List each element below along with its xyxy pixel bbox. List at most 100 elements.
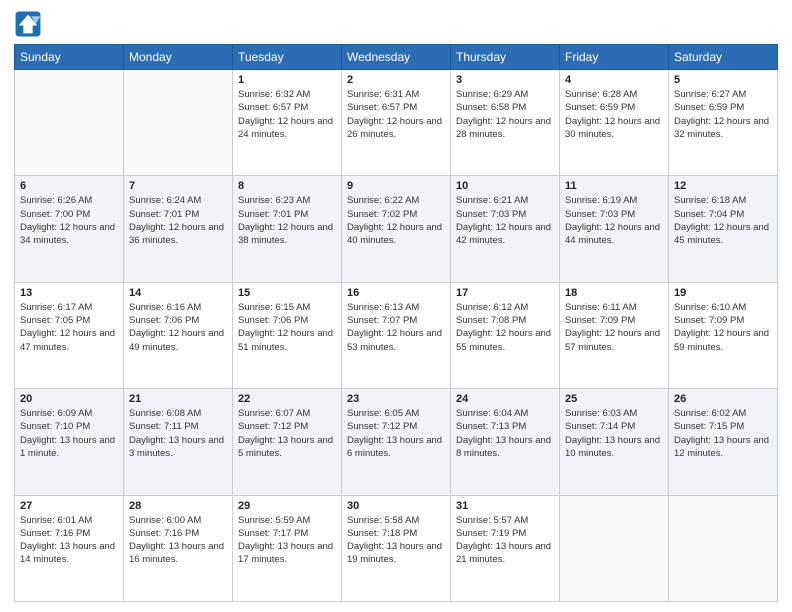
calendar-cell: 28 Sunrise: 6:00 AM Sunset: 7:16 PM Dayli…: [124, 495, 233, 601]
calendar-cell: 9 Sunrise: 6:22 AM Sunset: 7:02 PM Daylig…: [342, 176, 451, 282]
col-header-sunday: Sunday: [15, 45, 124, 70]
day-info: Sunrise: 6:15 AM Sunset: 7:06 PM Dayligh…: [238, 301, 336, 354]
calendar-cell: 10 Sunrise: 6:21 AM Sunset: 7:03 PM Dayli…: [451, 176, 560, 282]
day-info: Sunrise: 6:12 AM Sunset: 7:08 PM Dayligh…: [456, 301, 554, 354]
day-info: Sunrise: 6:02 AM Sunset: 7:15 PM Dayligh…: [674, 407, 772, 460]
calendar-cell: 22 Sunrise: 6:07 AM Sunset: 7:12 PM Dayli…: [233, 389, 342, 495]
calendar-cell: 21 Sunrise: 6:08 AM Sunset: 7:11 PM Dayli…: [124, 389, 233, 495]
calendar-cell: 26 Sunrise: 6:02 AM Sunset: 7:15 PM Dayli…: [669, 389, 778, 495]
calendar-cell: [669, 495, 778, 601]
calendar-cell: 12 Sunrise: 6:18 AM Sunset: 7:04 PM Dayli…: [669, 176, 778, 282]
calendar-cell: 30 Sunrise: 5:58 AM Sunset: 7:18 PM Dayli…: [342, 495, 451, 601]
calendar-cell: 24 Sunrise: 6:04 AM Sunset: 7:13 PM Dayli…: [451, 389, 560, 495]
day-number: 3: [456, 74, 554, 86]
calendar-cell: 27 Sunrise: 6:01 AM Sunset: 7:16 PM Dayli…: [15, 495, 124, 601]
calendar-cell: 11Sunrise: 6:19 AM Sunset: 7:03 PM Dayli…: [560, 176, 669, 282]
day-number: 5: [674, 74, 772, 86]
day-info: Sunrise: 6:21 AM Sunset: 7:03 PM Dayligh…: [456, 194, 554, 247]
calendar-cell: 23 Sunrise: 6:05 AM Sunset: 7:12 PM Dayli…: [342, 389, 451, 495]
day-info: Sunrise: 6:29 AM Sunset: 6:58 PM Dayligh…: [456, 88, 554, 141]
day-number: 25: [565, 393, 663, 405]
day-number: 8: [238, 180, 336, 192]
day-info: Sunrise: 6:17 AM Sunset: 7:05 PM Dayligh…: [20, 301, 118, 354]
day-info: Sunrise: 6:11 AM Sunset: 7:09 PM Dayligh…: [565, 301, 663, 354]
logo-icon: [14, 10, 42, 38]
day-info: Sunrise: 6:32 AM Sunset: 6:57 PM Dayligh…: [238, 88, 336, 141]
day-number: 6: [20, 180, 118, 192]
calendar-cell: [15, 70, 124, 176]
col-header-wednesday: Wednesday: [342, 45, 451, 70]
day-number: 18: [565, 287, 663, 299]
calendar-cell: 19 Sunrise: 6:10 AM Sunset: 7:09 PM Dayli…: [669, 282, 778, 388]
day-number: 7: [129, 180, 227, 192]
day-info: Sunrise: 5:57 AM Sunset: 7:19 PM Dayligh…: [456, 514, 554, 567]
day-info: Sunrise: 6:10 AM Sunset: 7:09 PM Dayligh…: [674, 301, 772, 354]
calendar-cell: 16 Sunrise: 6:13 AM Sunset: 7:07 PM Dayli…: [342, 282, 451, 388]
day-number: 27: [20, 500, 118, 512]
day-number: 13: [20, 287, 118, 299]
calendar-cell: 2 Sunrise: 6:31 AM Sunset: 6:57 PM Daylig…: [342, 70, 451, 176]
day-info: Sunrise: 6:00 AM Sunset: 7:16 PM Dayligh…: [129, 514, 227, 567]
day-number: 9: [347, 180, 445, 192]
day-info: Sunrise: 6:31 AM Sunset: 6:57 PM Dayligh…: [347, 88, 445, 141]
day-info: Sunrise: 6:16 AM Sunset: 7:06 PM Dayligh…: [129, 301, 227, 354]
calendar-cell: 20 Sunrise: 6:09 AM Sunset: 7:10 PM Dayli…: [15, 389, 124, 495]
day-info: Sunrise: 6:23 AM Sunset: 7:01 PM Dayligh…: [238, 194, 336, 247]
calendar-table: SundayMondayTuesdayWednesdayThursdayFrid…: [14, 44, 778, 602]
calendar-cell: 14 Sunrise: 6:16 AM Sunset: 7:06 PM Dayli…: [124, 282, 233, 388]
day-number: 10: [456, 180, 554, 192]
day-info: Sunrise: 6:05 AM Sunset: 7:12 PM Dayligh…: [347, 407, 445, 460]
day-info: Sunrise: 6:01 AM Sunset: 7:16 PM Dayligh…: [20, 514, 118, 567]
day-number: 15: [238, 287, 336, 299]
day-info: Sunrise: 6:26 AM Sunset: 7:00 PM Dayligh…: [20, 194, 118, 247]
day-number: 30: [347, 500, 445, 512]
day-number: 24: [456, 393, 554, 405]
day-info: Sunrise: 6:08 AM Sunset: 7:11 PM Dayligh…: [129, 407, 227, 460]
day-number: 4: [565, 74, 663, 86]
calendar-cell: 3 Sunrise: 6:29 AM Sunset: 6:58 PM Daylig…: [451, 70, 560, 176]
page: SundayMondayTuesdayWednesdayThursdayFrid…: [0, 0, 792, 612]
col-header-thursday: Thursday: [451, 45, 560, 70]
col-header-monday: Monday: [124, 45, 233, 70]
calendar-cell: 6 Sunrise: 6:26 AM Sunset: 7:00 PM Daylig…: [15, 176, 124, 282]
day-info: Sunrise: 6:24 AM Sunset: 7:01 PM Dayligh…: [129, 194, 227, 247]
calendar-cell: 1 Sunrise: 6:32 AM Sunset: 6:57 PM Daylig…: [233, 70, 342, 176]
day-number: 19: [674, 287, 772, 299]
day-number: 17: [456, 287, 554, 299]
calendar-cell: 15 Sunrise: 6:15 AM Sunset: 7:06 PM Dayli…: [233, 282, 342, 388]
col-header-saturday: Saturday: [669, 45, 778, 70]
calendar-cell: 13 Sunrise: 6:17 AM Sunset: 7:05 PM Dayli…: [15, 282, 124, 388]
day-number: 21: [129, 393, 227, 405]
day-info: Sunrise: 6:27 AM Sunset: 6:59 PM Dayligh…: [674, 88, 772, 141]
day-number: 23: [347, 393, 445, 405]
day-info: Sunrise: 6:04 AM Sunset: 7:13 PM Dayligh…: [456, 407, 554, 460]
day-number: 12: [674, 180, 772, 192]
day-info: Sunrise: 6:09 AM Sunset: 7:10 PM Dayligh…: [20, 407, 118, 460]
day-info: Sunrise: 6:13 AM Sunset: 7:07 PM Dayligh…: [347, 301, 445, 354]
day-number: 11: [565, 180, 663, 192]
calendar-cell: 8 Sunrise: 6:23 AM Sunset: 7:01 PM Daylig…: [233, 176, 342, 282]
day-info: Sunrise: 6:22 AM Sunset: 7:02 PM Dayligh…: [347, 194, 445, 247]
day-number: 1: [238, 74, 336, 86]
day-number: 20: [20, 393, 118, 405]
day-number: 26: [674, 393, 772, 405]
day-info: Sunrise: 6:07 AM Sunset: 7:12 PM Dayligh…: [238, 407, 336, 460]
calendar-cell: 5 Sunrise: 6:27 AM Sunset: 6:59 PM Daylig…: [669, 70, 778, 176]
calendar-cell: 7 Sunrise: 6:24 AM Sunset: 7:01 PM Daylig…: [124, 176, 233, 282]
day-number: 2: [347, 74, 445, 86]
day-info: Sunrise: 5:58 AM Sunset: 7:18 PM Dayligh…: [347, 514, 445, 567]
day-info: Sunrise: 6:03 AM Sunset: 7:14 PM Dayligh…: [565, 407, 663, 460]
day-number: 16: [347, 287, 445, 299]
day-number: 31: [456, 500, 554, 512]
calendar-cell: 29Sunrise: 5:59 AM Sunset: 7:17 PM Dayli…: [233, 495, 342, 601]
day-number: 28: [129, 500, 227, 512]
calendar-cell: 18 Sunrise: 6:11 AM Sunset: 7:09 PM Dayli…: [560, 282, 669, 388]
day-number: 22: [238, 393, 336, 405]
day-number: 14: [129, 287, 227, 299]
calendar-cell: 17 Sunrise: 6:12 AM Sunset: 7:08 PM Dayli…: [451, 282, 560, 388]
day-info: Sunrise: 6:28 AM Sunset: 6:59 PM Dayligh…: [565, 88, 663, 141]
day-number: 29: [238, 500, 336, 512]
col-header-friday: Friday: [560, 45, 669, 70]
col-header-tuesday: Tuesday: [233, 45, 342, 70]
day-info: Sunrise: 6:18 AM Sunset: 7:04 PM Dayligh…: [674, 194, 772, 247]
